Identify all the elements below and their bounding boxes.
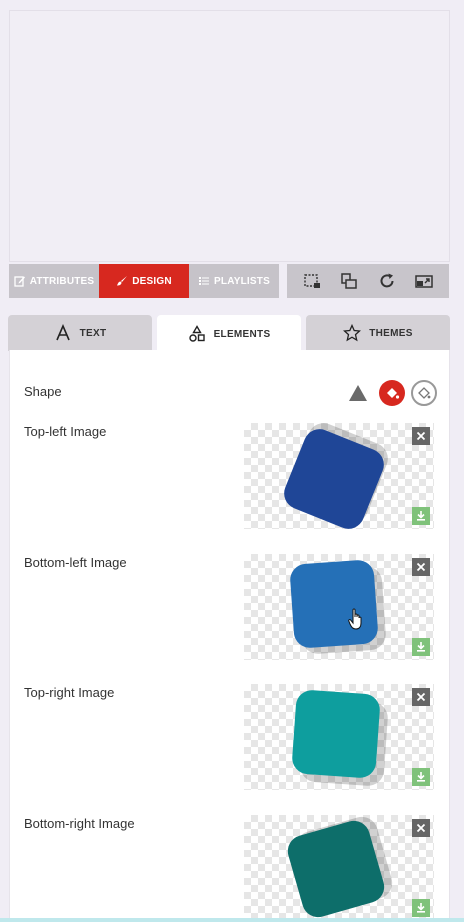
close-icon [416, 692, 426, 702]
tab-elements[interactable]: ELEMENTS [157, 315, 301, 353]
triangle-shape-icon[interactable] [349, 385, 367, 401]
crop-icon [304, 274, 320, 288]
top-left-image-thumb[interactable] [244, 423, 434, 529]
download-image-button[interactable] [412, 507, 430, 525]
close-icon [416, 823, 426, 833]
tab-elements-label: ELEMENTS [213, 328, 271, 340]
letter-a-icon [55, 324, 70, 341]
top-left-image-label: Top-left Image [24, 424, 107, 439]
tab-text-label: TEXT [79, 327, 107, 339]
tab-text[interactable]: TEXT [8, 315, 152, 351]
shape-preview [279, 424, 389, 529]
bottom-left-image-label: Bottom-left Image [24, 555, 127, 570]
resize-tool-button[interactable] [411, 268, 437, 294]
bottom-right-image-label: Bottom-right Image [24, 816, 135, 831]
design-button[interactable]: DESIGN [99, 264, 189, 298]
remove-image-button[interactable] [412, 819, 430, 837]
star-icon [343, 324, 362, 342]
download-icon [417, 511, 425, 521]
rotate-icon [380, 273, 394, 288]
brush-icon [117, 276, 128, 286]
remove-image-button[interactable] [412, 427, 430, 445]
tools-bar [287, 264, 449, 298]
edit-icon [14, 276, 25, 287]
bottom-right-image-thumb[interactable] [244, 815, 434, 921]
paint-bucket-icon [387, 388, 400, 399]
layers-tool-button[interactable] [336, 268, 362, 294]
download-icon [417, 642, 425, 652]
playlists-label: PLAYLISTS [214, 275, 270, 287]
layers-icon [341, 273, 357, 289]
attributes-label: ATTRIBUTES [29, 275, 95, 287]
crop-tool-button[interactable] [299, 268, 325, 294]
panel-tabs: TEXT ELEMENTS THEMES [8, 315, 450, 353]
elements-panel: Shape Top-left Image Bottom-left Image T… [9, 350, 450, 922]
download-icon [417, 772, 425, 782]
bottom-strip [0, 918, 464, 922]
playlists-button[interactable]: PLAYLISTS [189, 264, 279, 298]
design-label: DESIGN [132, 275, 172, 287]
download-image-button[interactable] [412, 638, 430, 656]
download-icon [417, 903, 425, 913]
download-image-button[interactable] [412, 899, 430, 917]
tab-themes-label: THEMES [369, 327, 413, 339]
close-icon [416, 562, 426, 572]
shapes-icon [188, 325, 205, 342]
list-icon [199, 277, 210, 285]
attributes-button[interactable]: ATTRIBUTES [9, 264, 99, 298]
bottom-left-image-thumb[interactable] [244, 554, 434, 660]
close-icon [416, 431, 426, 441]
shape-label: Shape [24, 384, 62, 399]
paint-bucket-outline-icon [418, 387, 431, 399]
shape-controls [349, 380, 437, 406]
top-right-image-thumb[interactable] [244, 684, 434, 790]
preview-canvas[interactable] [9, 10, 450, 262]
mode-toolbar: ATTRIBUTES DESIGN PLAYLISTS [9, 264, 279, 298]
no-fill-button[interactable] [411, 380, 437, 406]
rotate-tool-button[interactable] [374, 268, 400, 294]
remove-image-button[interactable] [412, 558, 430, 576]
top-right-image-label: Top-right Image [24, 685, 115, 700]
shape-preview [291, 689, 381, 779]
tab-themes[interactable]: THEMES [306, 315, 450, 351]
resize-icon [415, 275, 433, 288]
hand-cursor-icon [348, 608, 362, 630]
remove-image-button[interactable] [412, 688, 430, 706]
download-image-button[interactable] [412, 768, 430, 786]
shape-preview [289, 559, 379, 649]
fill-color-button[interactable] [379, 380, 405, 406]
